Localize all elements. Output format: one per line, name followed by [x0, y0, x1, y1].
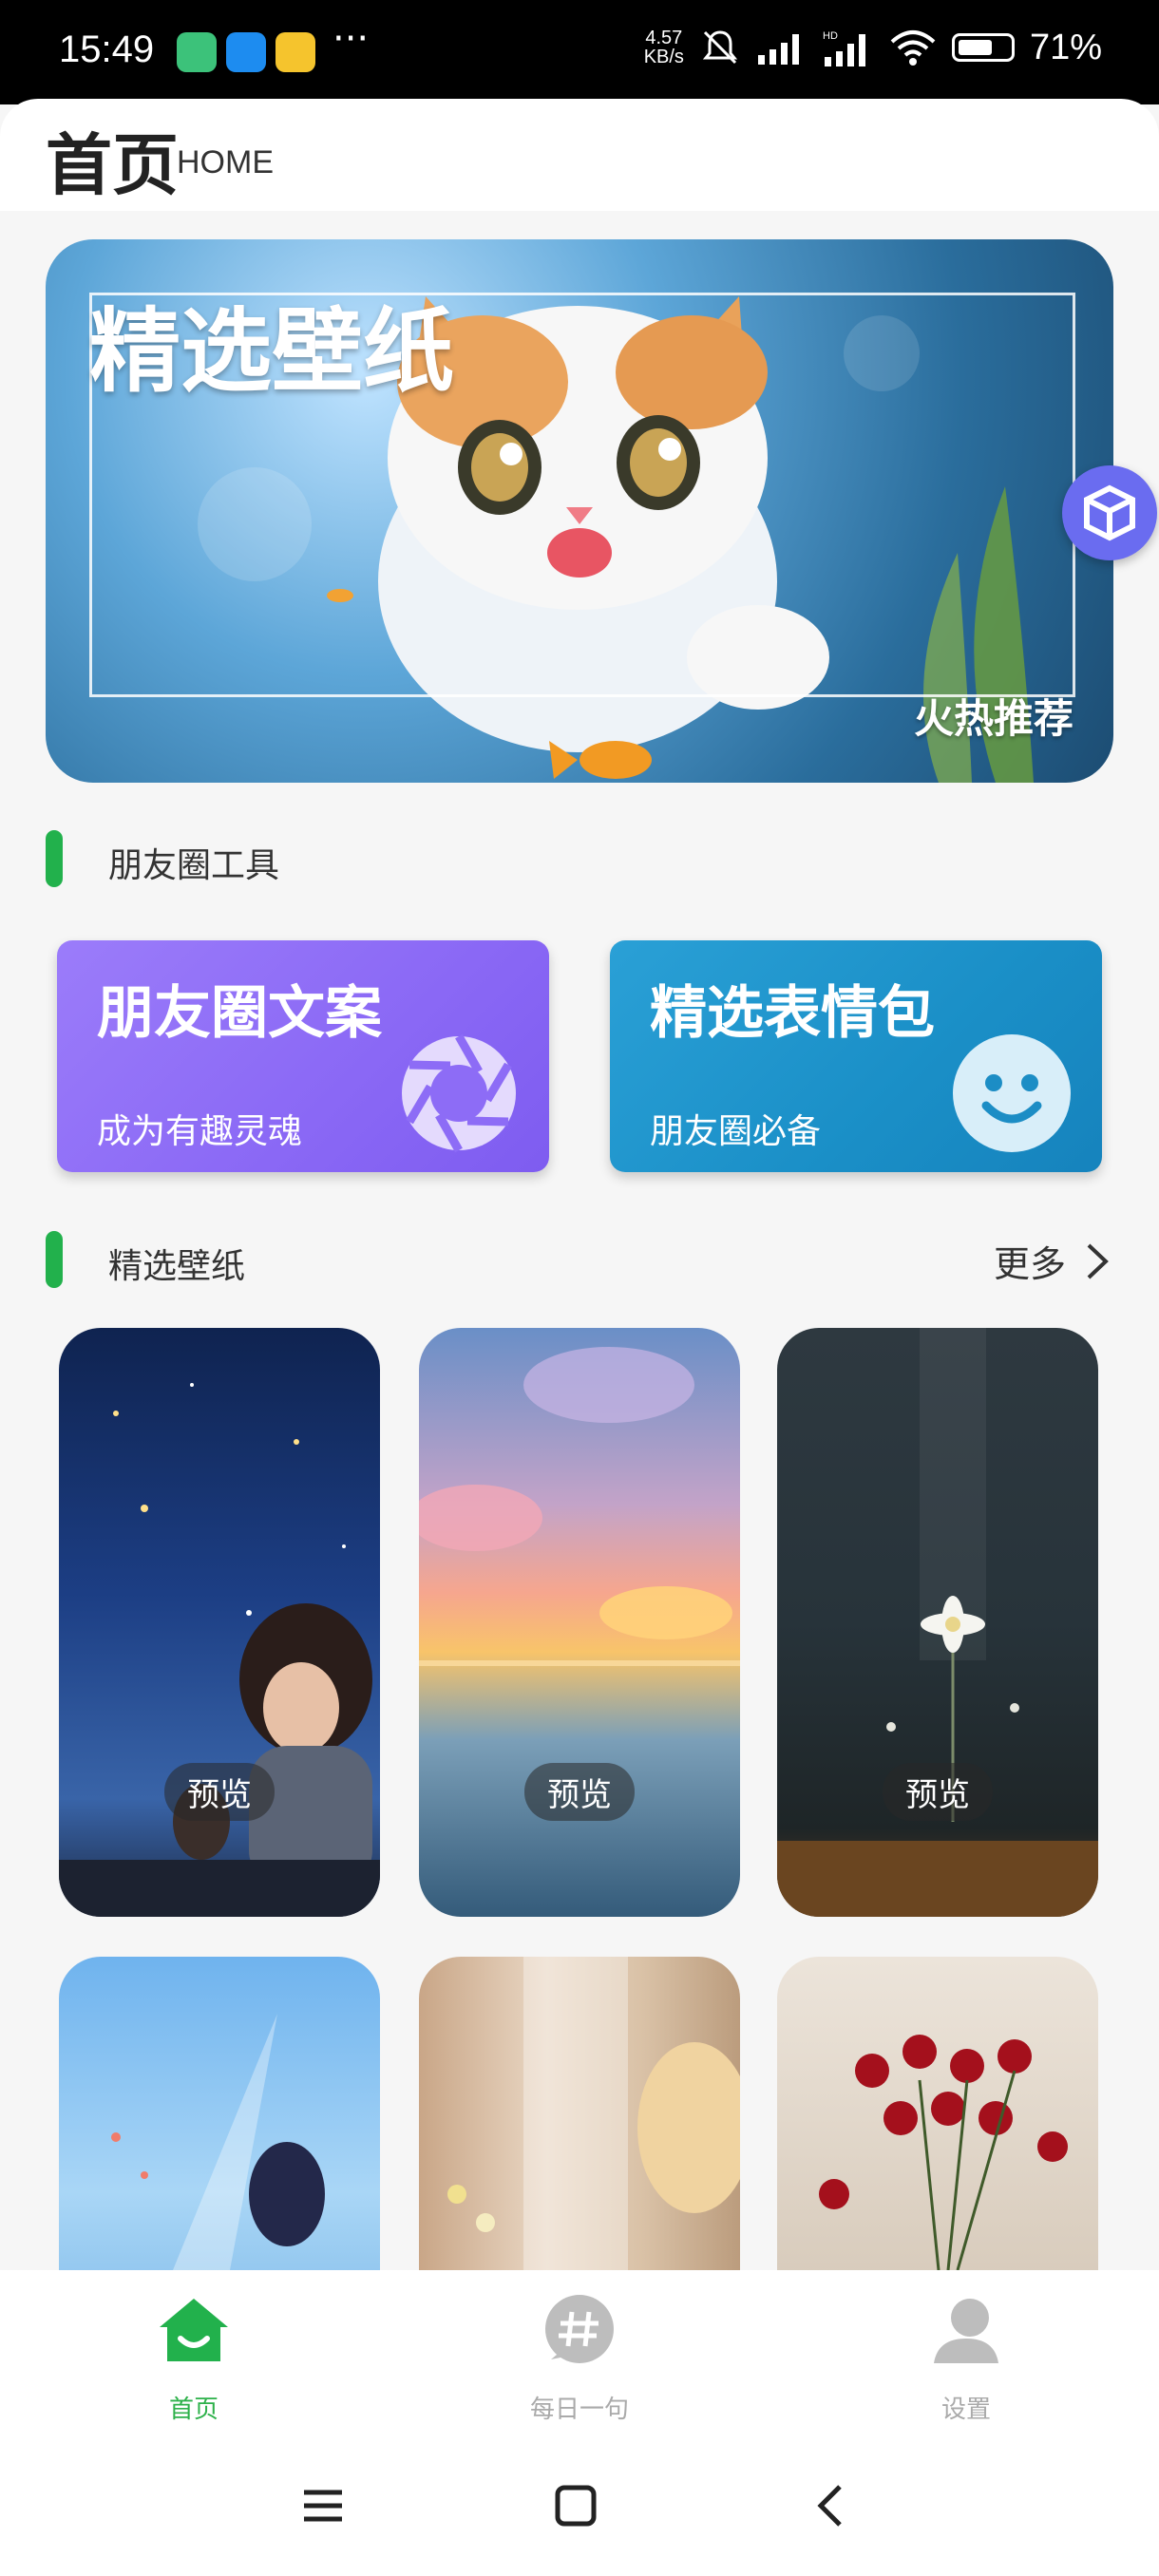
- more-wallpapers-link[interactable]: 更多: [994, 1235, 1110, 1287]
- card-moments-copy[interactable]: 朋友圈文案 成为有趣灵魂: [57, 940, 549, 1172]
- app-notification-icon: [276, 32, 315, 72]
- signal-hd-icon: HD: [823, 30, 865, 66]
- signal-icon: [757, 34, 799, 65]
- home-square-icon[interactable]: [553, 2483, 598, 2529]
- card-emoji-packs[interactable]: 精选表情包 朋友圈必备: [610, 940, 1102, 1172]
- nav-settings[interactable]: 设置: [871, 2293, 1061, 2425]
- more-notifications-icon: ···: [332, 17, 370, 61]
- user-icon: [934, 2299, 998, 2363]
- network-speed: 4.57 KB/s: [643, 28, 684, 67]
- back-icon[interactable]: [808, 2483, 853, 2529]
- card-title: 朋友圈文案: [97, 980, 382, 1047]
- nav-home[interactable]: 首页: [99, 2293, 289, 2425]
- section-indicator: [46, 1231, 63, 1288]
- page-subtitle: HOME: [177, 144, 274, 180]
- section-title-friends-tools: 朋友圈工具: [108, 846, 280, 885]
- wallpaper-image: [59, 1383, 380, 1917]
- chevron-right-icon: [1087, 1243, 1109, 1279]
- battery-percent: 71%: [1029, 27, 1102, 67]
- more-label: 更多: [993, 1243, 1066, 1285]
- home-icon: [160, 2299, 228, 2361]
- card-subtitle: 成为有趣灵魂: [97, 1112, 303, 1151]
- status-time: 15:49: [59, 28, 155, 70]
- status-bar: 15:49 ··· 4.57 KB/s HD 71%: [0, 0, 1159, 104]
- banner-tag: 火热推荐: [913, 695, 1074, 742]
- battery-level: [958, 40, 993, 55]
- wallpaper-image: [777, 1328, 1098, 1917]
- wallpaper-tile[interactable]: 预览: [59, 1328, 380, 1917]
- preview-button[interactable]: 预览: [883, 1763, 993, 1821]
- hashtag-icon: [545, 2295, 614, 2363]
- mute-icon: [702, 30, 738, 65]
- card-title: 精选表情包: [650, 980, 935, 1047]
- wallpaper-tile[interactable]: 预览: [419, 1328, 740, 1917]
- wallpaper-image: [419, 1347, 740, 1666]
- app-notification-icon: [177, 32, 217, 72]
- nav-label: 设置: [940, 2396, 991, 2424]
- floating-cube-button[interactable]: [1062, 465, 1157, 560]
- wifi-icon: [890, 30, 936, 66]
- wallpaper-tile[interactable]: 预览: [777, 1328, 1098, 1917]
- banner-title: 精选壁纸: [89, 298, 454, 405]
- nav-label: 每日一句: [529, 2396, 629, 2424]
- page-title: 首页: [46, 126, 179, 204]
- app-notification-icon: [226, 32, 266, 72]
- preview-button[interactable]: 预览: [164, 1763, 275, 1821]
- system-navigation-bar: [0, 2470, 1159, 2546]
- nav-label: 首页: [168, 2396, 218, 2424]
- menu-icon[interactable]: [300, 2483, 346, 2529]
- nav-daily-quote[interactable]: 每日一句: [484, 2293, 674, 2425]
- featured-banner[interactable]: 精选壁纸 火热推荐: [46, 239, 1113, 783]
- smiley-icon: [953, 1034, 1071, 1152]
- svg-text:HD: HD: [823, 30, 838, 42]
- cube-icon: [1084, 484, 1135, 541]
- shutter-icon: [402, 1033, 516, 1153]
- section-title-wallpapers: 精选壁纸: [108, 1247, 246, 1286]
- page-header: 首页 HOME: [0, 99, 1159, 211]
- preview-button[interactable]: 预览: [524, 1763, 635, 1821]
- card-subtitle: 朋友圈必备: [650, 1112, 822, 1151]
- battery-icon: [951, 33, 1015, 62]
- section-indicator: [46, 830, 63, 887]
